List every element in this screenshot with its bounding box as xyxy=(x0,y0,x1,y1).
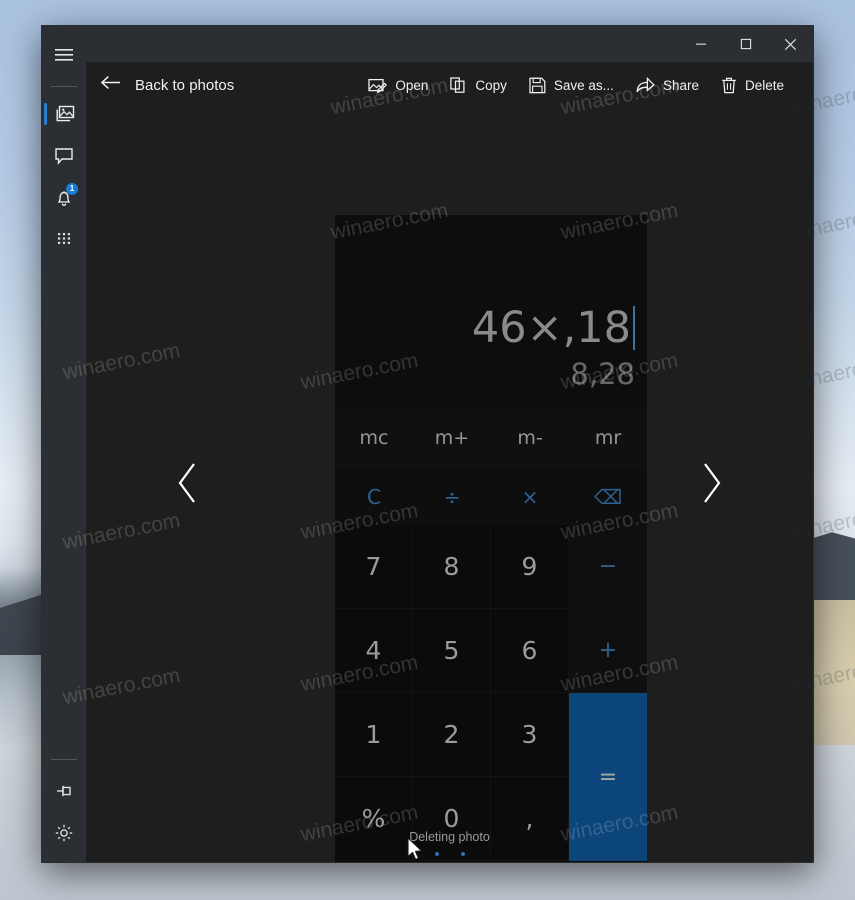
calc-key-percent[interactable]: % xyxy=(335,777,413,861)
your-phone-app-window: 1 Back to photos Open Copy Save as... Sh… xyxy=(41,25,814,863)
calc-key-7[interactable]: 7 xyxy=(335,525,413,609)
sidebar-item-messages[interactable] xyxy=(42,135,86,177)
calc-key-minus[interactable]: − xyxy=(569,525,647,609)
calculator-result: 8,28 xyxy=(570,357,635,391)
hamburger-menu-icon[interactable] xyxy=(42,34,86,76)
calculator-memory-row: mc m+ m- mr xyxy=(335,407,647,469)
chevron-right-icon xyxy=(699,462,723,509)
copy-button[interactable]: Copy xyxy=(439,71,518,100)
calc-key-2[interactable]: 2 xyxy=(413,693,491,777)
text-caret xyxy=(633,306,635,350)
open-image-icon xyxy=(368,77,388,94)
calc-key-6[interactable]: 6 xyxy=(491,609,569,693)
share-label: Share xyxy=(662,77,699,93)
next-photo-button[interactable] xyxy=(683,443,739,527)
chevron-left-icon xyxy=(176,462,200,509)
sidebar-item-apps[interactable] xyxy=(42,219,86,261)
calc-key-3[interactable]: 3 xyxy=(491,693,569,777)
backspace-icon[interactable]: ⌫ xyxy=(569,469,647,525)
rail-divider-top xyxy=(51,86,77,87)
calculator-expression: 46×,18 xyxy=(471,302,631,353)
rail-divider-bottom xyxy=(51,759,77,760)
trash-icon xyxy=(721,77,737,94)
pin-icon[interactable] xyxy=(42,770,86,812)
android-navbar-wrap: ◁ ◯ xyxy=(335,861,647,862)
save-icon xyxy=(529,77,546,94)
calculator-operator-row: C ÷ × ⌫ xyxy=(335,469,647,525)
delete-button[interactable]: Delete xyxy=(710,71,795,100)
open-button[interactable]: Open xyxy=(357,71,439,100)
previous-photo-button[interactable] xyxy=(160,443,216,527)
calc-key-mr[interactable]: mr xyxy=(569,407,647,469)
save-as-button[interactable]: Save as... xyxy=(518,71,625,100)
calc-key-clear[interactable]: C xyxy=(335,469,413,525)
save-as-label: Save as... xyxy=(553,77,614,93)
maximize-icon[interactable] xyxy=(723,26,768,62)
share-icon xyxy=(636,76,655,94)
photo-content-calculator-screenshot: 46×,18 8,28 mc m+ m- mr C ÷ × ⌫ 7 8 9 − … xyxy=(335,215,647,862)
delete-label: Delete xyxy=(744,77,784,93)
calculator-keypad: 7 8 9 − 4 5 6 + 1 2 3 = % 0 , xyxy=(335,525,647,861)
calc-key-1[interactable]: 1 xyxy=(335,693,413,777)
calc-key-multiply[interactable]: × xyxy=(491,469,569,525)
open-label: Open xyxy=(395,77,429,93)
calc-key-m-minus[interactable]: m- xyxy=(491,407,569,469)
minimize-icon[interactable] xyxy=(678,26,723,62)
calc-key-equals[interactable]: = xyxy=(569,693,647,861)
window-titlebar[interactable] xyxy=(86,26,813,62)
photo-viewer: 46×,18 8,28 mc m+ m- mr C ÷ × ⌫ 7 8 9 − … xyxy=(86,108,813,862)
calc-key-8[interactable]: 8 xyxy=(413,525,491,609)
calc-key-m-plus[interactable]: m+ xyxy=(413,407,491,469)
calc-key-plus[interactable]: + xyxy=(569,609,647,693)
gear-icon[interactable] xyxy=(42,812,86,854)
command-bar: Back to photos Open Copy Save as... Shar… xyxy=(86,62,813,108)
share-button[interactable]: Share xyxy=(625,71,710,100)
back-to-photos-button[interactable]: Back to photos xyxy=(90,69,244,101)
notification-badge: 1 xyxy=(66,183,78,195)
copy-icon xyxy=(450,76,467,94)
calc-key-divide[interactable]: ÷ xyxy=(413,469,491,525)
main-pane: Back to photos Open Copy Save as... Shar… xyxy=(86,26,813,862)
close-icon[interactable] xyxy=(768,26,813,62)
calc-key-decimal[interactable]: , xyxy=(491,777,569,861)
navbar-filler xyxy=(423,861,647,862)
sidebar-item-photos[interactable] xyxy=(42,93,86,135)
arrow-left-icon xyxy=(100,75,121,95)
sidebar-item-notifications[interactable]: 1 xyxy=(42,177,86,219)
mouse-cursor xyxy=(407,837,425,863)
desktop-background: 1 Back to photos Open Copy Save as... Sh… xyxy=(0,0,855,900)
navigation-rail: 1 xyxy=(42,26,86,862)
calc-key-mc[interactable]: mc xyxy=(335,407,413,469)
calculator-expression-row: 46×,18 xyxy=(472,306,635,350)
copy-label: Copy xyxy=(475,77,507,93)
calc-key-4[interactable]: 4 xyxy=(335,609,413,693)
back-to-photos-label: Back to photos xyxy=(135,76,235,94)
calc-key-9[interactable]: 9 xyxy=(491,525,569,609)
calc-key-5[interactable]: 5 xyxy=(413,609,491,693)
calculator-display: 46×,18 8,28 xyxy=(335,215,647,407)
